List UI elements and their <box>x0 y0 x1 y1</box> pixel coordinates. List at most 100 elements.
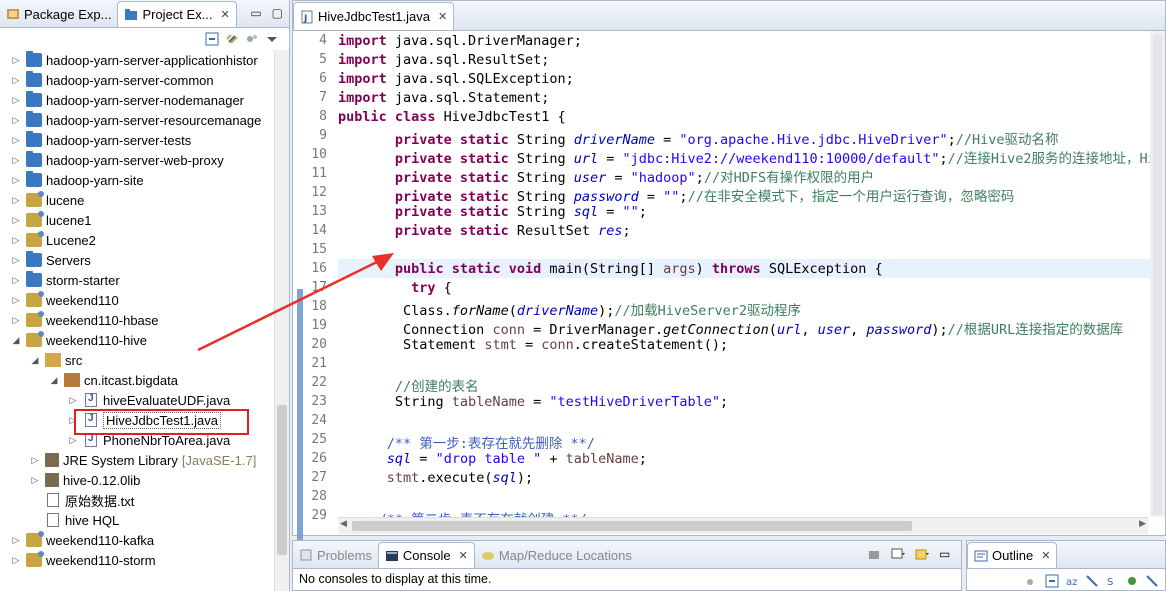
tree-item[interactable]: ▷ JRE System Library [JavaSE-1.7] <box>0 450 274 470</box>
tree-item[interactable]: ◢ cn.itcast.bigdata <box>0 370 274 390</box>
line-number: 15 <box>311 242 327 257</box>
code-area[interactable]: import java.sql.DriverManager; import jav… <box>338 31 1164 517</box>
expand-twisty-icon[interactable]: ▷ <box>29 475 41 486</box>
expand-twisty-icon[interactable]: ◢ <box>29 355 41 366</box>
code-token: String <box>508 170 574 186</box>
expand-twisty-icon[interactable]: ◢ <box>10 335 22 346</box>
hide-local-types-icon[interactable] <box>1145 574 1159 588</box>
tab-project-explorer[interactable]: Project Ex... ✕ <box>117 1 237 27</box>
pin-console-icon[interactable] <box>867 547 881 561</box>
close-icon[interactable]: ✕ <box>221 8 230 21</box>
tree-item[interactable]: ▷ weekend110-kafka <box>0 530 274 550</box>
code-token: , <box>850 322 867 338</box>
expand-twisty-icon[interactable]: ▷ <box>10 95 22 106</box>
code-token: HiveJdbcTest1 { <box>435 109 566 125</box>
view-menu-icon[interactable] <box>265 32 279 46</box>
expand-twisty-icon[interactable]: ▷ <box>10 555 22 566</box>
tree-item[interactable]: ▷ Servers <box>0 250 274 270</box>
tab-console[interactable]: Console ✕ <box>377 542 475 568</box>
code-token: Class. <box>338 303 452 319</box>
expand-twisty-icon[interactable]: ▷ <box>10 115 22 126</box>
sort-icon[interactable]: az <box>1065 574 1079 588</box>
tab-package-explorer[interactable]: Package Exp... <box>0 1 117 27</box>
expand-twisty-icon[interactable]: ◢ <box>48 375 60 386</box>
expand-twisty-icon[interactable]: ▷ <box>29 455 41 466</box>
code-line: stmt.execute(sql); <box>338 470 533 489</box>
expand-twisty-icon[interactable]: ▷ <box>10 295 22 306</box>
expand-twisty-icon[interactable]: ▷ <box>10 255 22 266</box>
scrollbar-thumb[interactable] <box>277 405 287 555</box>
scroll-right-icon[interactable]: ▶ <box>1139 519 1146 529</box>
expand-twisty-icon[interactable]: ▷ <box>10 175 22 186</box>
open-console-icon[interactable] <box>915 547 929 561</box>
editor-vertical-scrollbar[interactable] <box>1150 31 1165 517</box>
code-line: sql = "drop table " + tableName; <box>338 451 647 470</box>
tree-item[interactable]: ▷ Lucene2 <box>0 230 274 250</box>
expand-twisty-icon[interactable]: ▷ <box>10 75 22 86</box>
code-token: getConnection <box>663 322 769 338</box>
tree-item[interactable]: ▷ hive-0.12.0lib <box>0 470 274 490</box>
tree-item[interactable]: ◢ src <box>0 350 274 370</box>
hide-nonpublic-icon[interactable] <box>1125 574 1139 588</box>
expand-twisty-icon[interactable]: ▷ <box>10 55 22 66</box>
tree-item[interactable]: ▷ hadoop-yarn-server-resourcemanage <box>0 110 274 130</box>
display-console-icon[interactable] <box>891 547 905 561</box>
tree-item[interactable]: ▷ weekend110 <box>0 290 274 310</box>
tab-outline[interactable]: Outline ✕ <box>967 542 1058 568</box>
expand-twisty-icon[interactable]: ▷ <box>10 135 22 146</box>
expand-twisty-icon[interactable]: ▷ <box>10 155 22 166</box>
tree-item[interactable]: ▷ weekend110-hbase <box>0 310 274 330</box>
tree-item[interactable]: ◢ weekend110-hive <box>0 330 274 350</box>
editor-horizontal-scrollbar[interactable]: ◀ ▶ <box>338 517 1148 534</box>
expand-twisty-icon[interactable]: ▷ <box>10 275 22 286</box>
maximize-icon[interactable]: ▢ <box>272 6 283 20</box>
explorer-scrollbar[interactable] <box>274 50 289 591</box>
tab-mapreduce-locations[interactable]: Map/Reduce Locations <box>475 542 638 568</box>
tree-item[interactable]: ▷ hadoop-yarn-site <box>0 170 274 190</box>
tree-item[interactable]: ▷ hiveEvaluateUDF.java <box>0 390 274 410</box>
code-token: user <box>573 170 607 186</box>
collapse-all-icon[interactable] <box>205 32 219 46</box>
tree-item[interactable]: ▷ storm-starter <box>0 270 274 290</box>
tree-item[interactable]: ▷ hadoop-yarn-server-web-proxy <box>0 150 274 170</box>
hide-fields-icon[interactable] <box>1085 574 1099 588</box>
tab-problems[interactable]: Problems <box>293 542 378 568</box>
tree-item[interactable]: ▷ hadoop-yarn-server-nodemanager <box>0 90 274 110</box>
scroll-left-icon[interactable]: ◀ <box>340 519 347 529</box>
tree-item[interactable]: hive HQL <box>0 510 274 530</box>
close-icon[interactable]: ✕ <box>459 549 468 562</box>
close-icon[interactable]: ✕ <box>1041 549 1050 562</box>
expand-twisty-icon[interactable]: ▷ <box>10 195 22 206</box>
close-icon[interactable]: ✕ <box>438 10 447 23</box>
filters-icon[interactable] <box>245 32 259 46</box>
minimize-icon[interactable]: ▭ <box>939 547 953 561</box>
tree-item[interactable]: ▷ lucene1 <box>0 210 274 230</box>
expand-twisty-icon[interactable]: ▷ <box>67 435 79 446</box>
collapse-all-icon[interactable] <box>1045 574 1059 588</box>
folder-icon <box>26 91 42 107</box>
scrollbar-thumb[interactable] <box>1153 35 1162 515</box>
expand-twisty-icon[interactable]: ▷ <box>10 215 22 226</box>
outline-toolbar: az S <box>1025 574 1159 588</box>
tree-item[interactable]: ▷ hadoop-yarn-server-tests <box>0 130 274 150</box>
minimize-icon[interactable]: ▭ <box>250 6 261 20</box>
tree-item[interactable]: ▷ weekend110-storm <box>0 550 274 570</box>
scrollbar-thumb[interactable] <box>352 521 912 531</box>
tab-hivejdbctest1[interactable]: J HiveJdbcTest1.java ✕ <box>293 2 455 30</box>
explorer-tabbar: Package Exp... Project Ex... ✕ ▭ ▢ <box>0 0 289 28</box>
code-token: ); <box>931 322 948 338</box>
tree-item-label: hadoop-yarn-server-web-proxy <box>46 152 224 168</box>
tree-item[interactable]: 原始数据.txt <box>0 490 274 510</box>
expand-twisty-icon[interactable]: ▷ <box>10 315 22 326</box>
code-token: ; <box>939 151 948 167</box>
expand-twisty-icon[interactable]: ▷ <box>67 395 79 406</box>
filter-icon[interactable] <box>1025 574 1039 588</box>
tree-item[interactable]: ▷ hadoop-yarn-server-common <box>0 70 274 90</box>
expand-twisty-icon[interactable]: ▷ <box>10 535 22 546</box>
link-with-editor-icon[interactable] <box>225 32 239 46</box>
tree-item-label: hiveEvaluateUDF.java <box>103 392 231 408</box>
tree-item[interactable]: ▷ hadoop-yarn-server-applicationhistor <box>0 50 274 70</box>
expand-twisty-icon[interactable]: ▷ <box>10 235 22 246</box>
tree-item[interactable]: ▷ lucene <box>0 190 274 210</box>
hide-static-icon[interactable]: S <box>1105 574 1119 588</box>
